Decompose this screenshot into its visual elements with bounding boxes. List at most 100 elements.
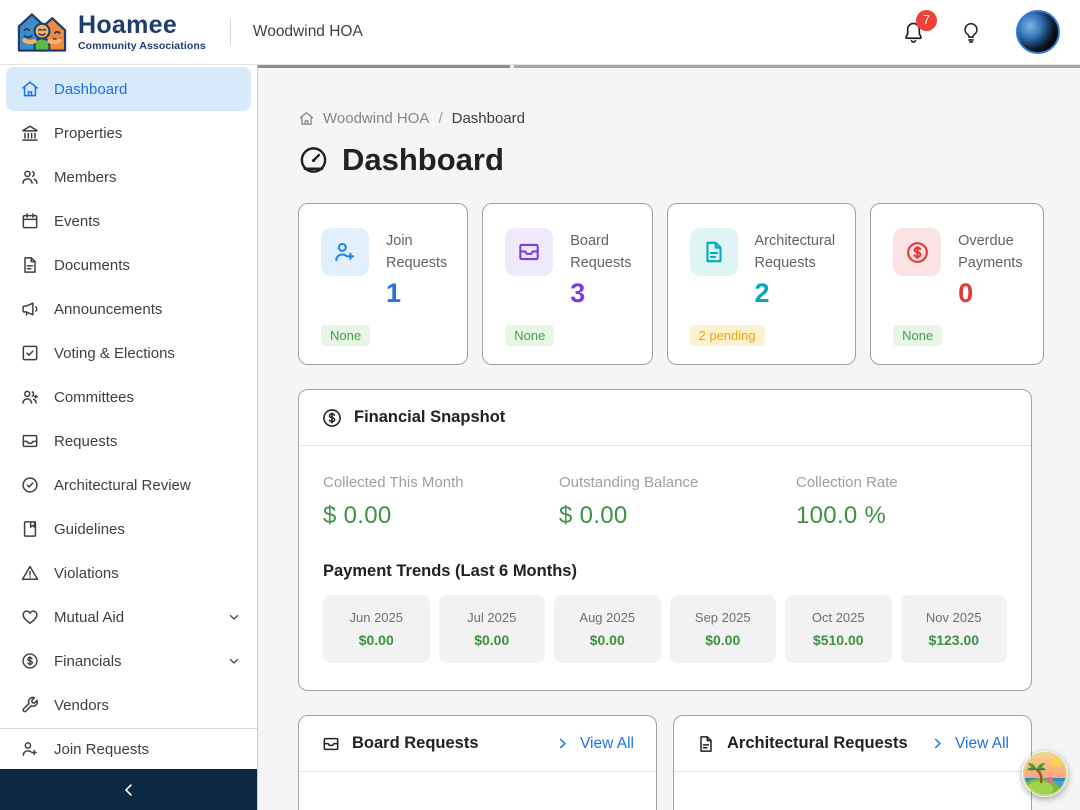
sidebar-item-label: Documents — [54, 256, 130, 274]
stat-card-value: 0 — [958, 277, 974, 308]
stat-card-value: 2 — [754, 277, 770, 308]
heart-icon — [20, 607, 40, 627]
inbox-icon — [321, 734, 341, 754]
stat-card-text: Overdue Payments 0 — [958, 228, 1022, 309]
book-icon — [20, 519, 40, 539]
trend-tile: Jul 2025 $0.00 — [438, 595, 545, 663]
user-avatar[interactable] — [1016, 10, 1060, 54]
notifications-button[interactable]: 7 — [901, 9, 937, 45]
board-requests-view-all-link[interactable]: View All — [555, 735, 634, 753]
document-icon — [20, 255, 40, 275]
payment-trends-title: Payment Trends (Last 6 Months) — [323, 562, 577, 580]
calendar-icon — [20, 211, 40, 231]
dollar-circle-icon — [893, 228, 942, 276]
sidebar-item-label: Properties — [54, 124, 123, 142]
sidebar-item-violations[interactable]: Violations — [6, 551, 251, 595]
breadcrumb-separator: / — [438, 110, 443, 127]
chevron-left-icon — [120, 781, 138, 799]
trend-tile: Aug 2025 $0.00 — [554, 595, 661, 663]
document-icon — [696, 734, 716, 754]
status-badge: None — [893, 325, 943, 346]
sidebar-item-documents[interactable]: Documents — [6, 243, 251, 287]
view-all-label: View All — [955, 734, 1009, 752]
sidebar-item-committees[interactable]: Committees — [6, 375, 251, 419]
trend-amount: $510.00 — [812, 632, 864, 648]
breadcrumb: Woodwind HOA / Dashboard — [298, 110, 1032, 127]
sidebar-item-label: Members — [54, 168, 117, 186]
stat-card-text: Join Requests 1 — [386, 228, 447, 309]
horizontal-scrollbar[interactable] — [258, 65, 1080, 68]
stat-card-value: 3 — [570, 277, 586, 308]
breadcrumb-home-label: Woodwind HOA — [323, 110, 430, 127]
sidebar-item-financials[interactable]: Financials — [6, 639, 251, 683]
financial-snapshot-header: Financial Snapshot — [299, 390, 1031, 446]
sidebar-item-label: Announcements — [54, 300, 163, 318]
sidebar-item-events[interactable]: Events — [6, 199, 251, 243]
financial-snapshot-panel: Financial Snapshot Collected This Month … — [298, 389, 1032, 691]
sidebar-item-announcements[interactable]: Announcements — [6, 287, 251, 331]
trend-month: Nov 2025 — [925, 610, 982, 625]
architectural-requests-view-all-link[interactable]: View All — [930, 735, 1009, 753]
payment-trends-row: Jun 2025 $0.00 Jul 2025 $0.00 Aug 2025 $… — [299, 581, 1031, 690]
notification-count-badge: 7 — [916, 9, 937, 31]
metric-label: Collected This Month — [323, 474, 464, 491]
sidebar-item-guidelines[interactable]: Guidelines — [6, 507, 251, 551]
app-body: Dashboard Properties Members Events Docu… — [0, 65, 1080, 810]
board-requests-header: Board Requests View All — [299, 716, 656, 772]
gauge-icon — [298, 145, 329, 176]
megaphone-icon — [20, 299, 40, 319]
sidebar-collapse-button[interactable] — [0, 769, 257, 810]
stat-card-value: 1 — [386, 277, 402, 308]
sidebar-item-join-requests[interactable]: Join Requests — [6, 729, 251, 769]
metric-value: $ 0.00 — [559, 502, 628, 529]
stat-card-text: Board Requests 3 — [570, 228, 631, 309]
metric-value: 100.0 % — [796, 502, 887, 529]
trend-month: Jun 2025 — [349, 610, 404, 625]
dollar-circle-icon — [20, 651, 40, 671]
brand-name: Hoamee — [78, 10, 178, 39]
status-badge: None — [321, 325, 371, 346]
trend-amount: $123.00 — [928, 632, 980, 648]
trend-month: Oct 2025 — [811, 610, 865, 625]
trend-month: Sep 2025 — [694, 610, 751, 625]
metric-label: Collection Rate — [796, 474, 898, 491]
header-divider — [229, 19, 231, 45]
board-requests-panel: Board Requests View All — [298, 715, 657, 810]
board-requests-title: Board Requests — [352, 734, 479, 752]
sidebar-item-vendors[interactable]: Vendors — [6, 683, 251, 727]
wrench-icon — [20, 695, 40, 715]
sidebar-item-mutual-aid[interactable]: Mutual Aid — [6, 595, 251, 639]
chevron-right-icon — [930, 736, 945, 751]
inbox-icon — [505, 228, 554, 276]
breadcrumb-home-link[interactable]: Woodwind HOA — [298, 110, 429, 127]
inbox-icon — [20, 431, 40, 451]
vacation-mode-fab[interactable] — [1022, 751, 1068, 797]
tips-button[interactable] — [959, 20, 983, 45]
sidebar: Dashboard Properties Members Events Docu… — [0, 65, 258, 810]
architectural-requests-panel: Architectural Requests View All — [673, 715, 1032, 810]
sidebar-item-label: Join Requests — [54, 740, 150, 758]
brand-logo[interactable]: Hoamee Community Associations — [14, 8, 206, 56]
sidebar-item-label: Financials — [54, 652, 122, 670]
sidebar-item-members[interactable]: Members — [6, 155, 251, 199]
tropical-island-icon — [1022, 751, 1068, 797]
bottom-panels-row: Board Requests View All Architectural Re… — [298, 691, 1032, 810]
org-name: Woodwind HOA — [252, 23, 363, 40]
sidebar-item-voting-elections[interactable]: Voting & Elections — [6, 331, 251, 375]
hoamee-houses-logo-icon — [14, 8, 70, 56]
stat-card-overdue-payments: Overdue Payments 0 None — [870, 203, 1044, 365]
bank-icon — [20, 123, 40, 143]
stat-card-text: Architectural Requests 2 — [755, 228, 836, 309]
sidebar-item-label: Committees — [54, 388, 135, 406]
stat-card-join-requests: Join Requests 1 None — [298, 203, 469, 365]
metric-collection-rate: Collection Rate 100.0 % — [796, 474, 1007, 530]
chevron-down-icon — [227, 610, 241, 624]
status-badge: None — [505, 325, 555, 346]
stat-card-label: Architectural Requests — [754, 233, 836, 272]
stat-card-label: Board Requests — [570, 233, 632, 272]
sidebar-item-dashboard[interactable]: Dashboard — [6, 67, 251, 111]
sidebar-item-requests[interactable]: Requests — [6, 419, 251, 463]
sidebar-item-properties[interactable]: Properties — [6, 111, 251, 155]
sidebar-item-architectural-review[interactable]: Architectural Review — [6, 463, 251, 507]
sidebar-item-label: Violations — [54, 564, 119, 582]
